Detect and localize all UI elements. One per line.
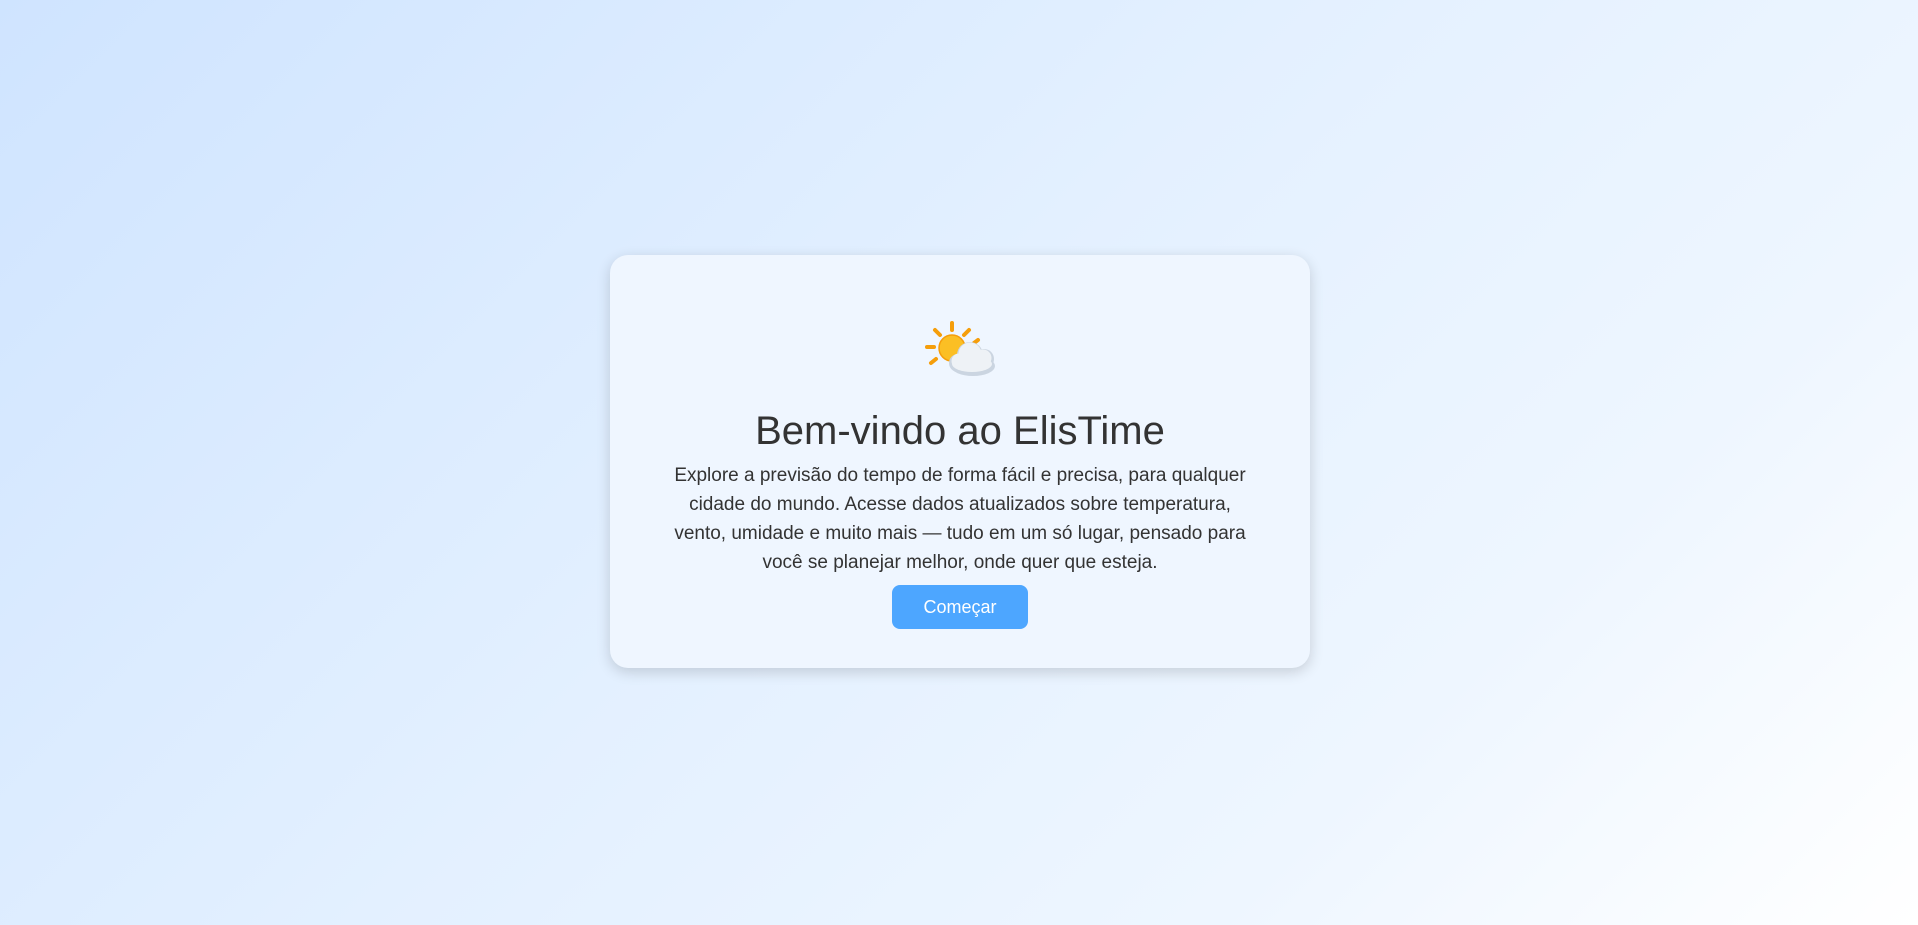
start-button[interactable]: Começar xyxy=(892,585,1028,629)
welcome-description: Explore a previsão do tempo de forma fác… xyxy=(674,465,1246,573)
icon-container xyxy=(610,319,1310,385)
welcome-card: Bem-vindo ao ElisTime Explore a previsão… xyxy=(610,255,1310,668)
page-title: Bem-vindo ao ElisTime xyxy=(755,409,1165,453)
sun-behind-cloud-icon xyxy=(925,321,995,376)
